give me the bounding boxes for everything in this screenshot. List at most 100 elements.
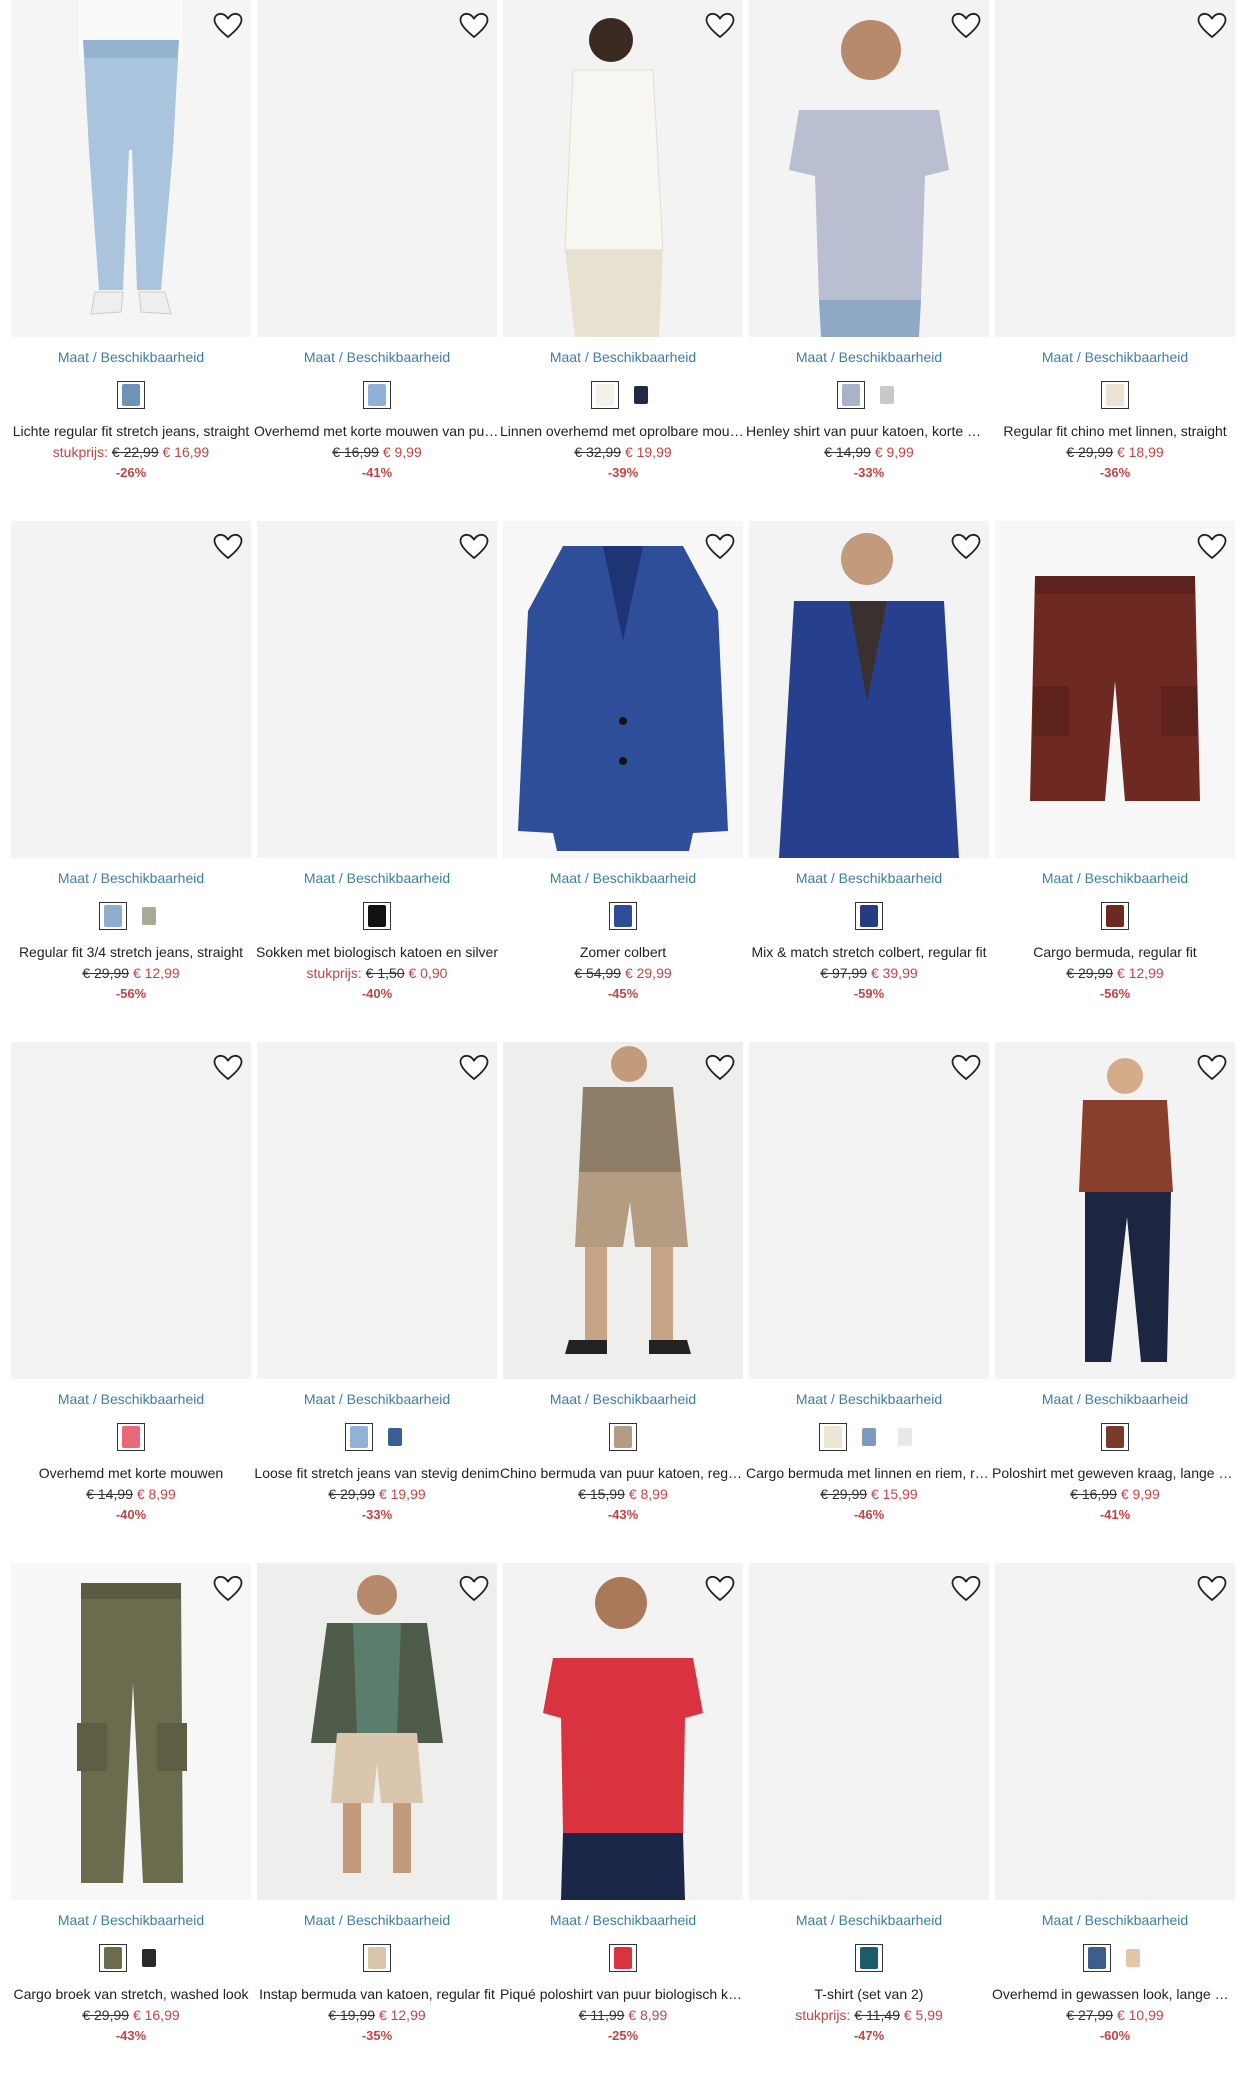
size-availability-link[interactable]: Maat / Beschikbaarheid — [8, 349, 254, 365]
heart-icon[interactable] — [950, 10, 982, 42]
color-swatch[interactable] — [591, 381, 619, 409]
heart-icon[interactable] — [458, 10, 490, 42]
product-card[interactable]: Maat / Beschikbaarheid Lichte regular fi… — [8, 0, 254, 521]
product-card[interactable]: Maat / Beschikbaarheid Zomer colbert € 5… — [500, 521, 746, 1042]
color-swatch[interactable] — [627, 381, 655, 409]
product-name[interactable]: Zomer colbert — [500, 944, 746, 960]
product-image[interactable] — [749, 1563, 989, 1900]
color-swatch[interactable] — [855, 1423, 883, 1451]
product-image[interactable] — [257, 0, 497, 337]
heart-icon[interactable] — [950, 1052, 982, 1084]
color-swatch[interactable] — [99, 902, 127, 930]
color-swatch[interactable] — [873, 381, 901, 409]
color-swatch[interactable] — [381, 1423, 409, 1451]
product-image[interactable] — [995, 521, 1235, 858]
size-availability-link[interactable]: Maat / Beschikbaarheid — [500, 1391, 746, 1407]
product-name[interactable]: Henley shirt van puur katoen, korte mouw — [746, 423, 992, 439]
color-swatch[interactable] — [135, 1944, 163, 1972]
size-availability-link[interactable]: Maat / Beschikbaarheid — [254, 1391, 500, 1407]
product-image[interactable] — [257, 521, 497, 858]
product-card[interactable]: Maat / Beschikbaarheid Chino bermuda van… — [500, 1042, 746, 1563]
product-name[interactable]: Piqué poloshirt van puur biologisch kato… — [500, 1986, 746, 2002]
product-image[interactable] — [749, 1042, 989, 1379]
color-swatch[interactable] — [117, 1423, 145, 1451]
color-swatch[interactable] — [855, 902, 883, 930]
size-availability-link[interactable]: Maat / Beschikbaarheid — [746, 1391, 992, 1407]
product-image[interactable] — [11, 1042, 251, 1379]
product-image[interactable] — [503, 0, 743, 337]
product-name[interactable]: Regular fit 3/4 stretch jeans, straight — [8, 944, 254, 960]
product-name[interactable]: Cargo bermuda, regular fit — [992, 944, 1238, 960]
product-image[interactable] — [503, 1563, 743, 1900]
heart-icon[interactable] — [212, 10, 244, 42]
product-card[interactable]: Maat / Beschikbaarheid Linnen overhemd m… — [500, 0, 746, 521]
product-name[interactable]: Sokken met biologisch katoen en silver — [254, 944, 500, 960]
product-name[interactable]: Regular fit chino met linnen, straight — [992, 423, 1238, 439]
color-swatch[interactable] — [363, 1944, 391, 1972]
heart-icon[interactable] — [704, 1573, 736, 1605]
product-card[interactable]: Maat / Beschikbaarheid Instap bermuda va… — [254, 1563, 500, 2084]
color-swatch[interactable] — [1119, 1944, 1147, 1972]
heart-icon[interactable] — [1196, 10, 1228, 42]
product-name[interactable]: Poloshirt met geweven kraag, lange mouw — [992, 1465, 1238, 1481]
size-availability-link[interactable]: Maat / Beschikbaarheid — [746, 870, 992, 886]
heart-icon[interactable] — [704, 531, 736, 563]
color-swatch[interactable] — [609, 1423, 637, 1451]
product-card[interactable]: Maat / Beschikbaarheid Piqué poloshirt v… — [500, 1563, 746, 2084]
size-availability-link[interactable]: Maat / Beschikbaarheid — [500, 1912, 746, 1928]
heart-icon[interactable] — [950, 1573, 982, 1605]
product-card[interactable]: Maat / Beschikbaarheid Overhemd met kort… — [8, 1042, 254, 1563]
size-availability-link[interactable]: Maat / Beschikbaarheid — [8, 1912, 254, 1928]
product-card[interactable]: Maat / Beschikbaarheid T-shirt (set van … — [746, 1563, 992, 2084]
heart-icon[interactable] — [458, 1052, 490, 1084]
product-image[interactable] — [503, 521, 743, 858]
size-availability-link[interactable]: Maat / Beschikbaarheid — [254, 1912, 500, 1928]
product-image[interactable] — [995, 1042, 1235, 1379]
product-image[interactable] — [257, 1042, 497, 1379]
color-swatch[interactable] — [345, 1423, 373, 1451]
product-card[interactable]: Maat / Beschikbaarheid Regular fit 3/4 s… — [8, 521, 254, 1042]
product-name[interactable]: T-shirt (set van 2) — [746, 1986, 992, 2002]
color-swatch[interactable] — [363, 902, 391, 930]
product-card[interactable]: Maat / Beschikbaarheid Cargo bermuda met… — [746, 1042, 992, 1563]
product-card[interactable]: Maat / Beschikbaarheid Cargo broek van s… — [8, 1563, 254, 2084]
product-card[interactable]: Maat / Beschikbaarheid Sokken met biolog… — [254, 521, 500, 1042]
product-name[interactable]: Overhemd in gewassen look, lange mouw — [992, 1986, 1238, 2002]
product-image[interactable] — [11, 1563, 251, 1900]
product-name[interactable]: Cargo broek van stretch, washed look — [8, 1986, 254, 2002]
size-availability-link[interactable]: Maat / Beschikbaarheid — [254, 870, 500, 886]
product-name[interactable]: Linnen overhemd met oprolbare mouwen — [500, 423, 746, 439]
size-availability-link[interactable]: Maat / Beschikbaarheid — [746, 349, 992, 365]
product-image[interactable] — [11, 521, 251, 858]
color-swatch[interactable] — [117, 381, 145, 409]
color-swatch[interactable] — [135, 902, 163, 930]
color-swatch[interactable] — [1101, 902, 1129, 930]
product-card[interactable]: Maat / Beschikbaarheid Poloshirt met gew… — [992, 1042, 1238, 1563]
color-swatch[interactable] — [1101, 1423, 1129, 1451]
heart-icon[interactable] — [458, 1573, 490, 1605]
product-image[interactable] — [995, 1563, 1235, 1900]
color-swatch[interactable] — [1083, 1944, 1111, 1972]
color-swatch[interactable] — [819, 1423, 847, 1451]
heart-icon[interactable] — [704, 1052, 736, 1084]
size-availability-link[interactable]: Maat / Beschikbaarheid — [8, 870, 254, 886]
product-card[interactable]: Maat / Beschikbaarheid Loose fit stretch… — [254, 1042, 500, 1563]
size-availability-link[interactable]: Maat / Beschikbaarheid — [500, 870, 746, 886]
size-availability-link[interactable]: Maat / Beschikbaarheid — [992, 870, 1238, 886]
product-image[interactable] — [995, 0, 1235, 337]
size-availability-link[interactable]: Maat / Beschikbaarheid — [992, 1391, 1238, 1407]
color-swatch[interactable] — [837, 381, 865, 409]
product-name[interactable]: Mix & match stretch colbert, regular fit — [746, 944, 992, 960]
color-swatch[interactable] — [891, 1423, 919, 1451]
product-name[interactable]: Cargo bermuda met linnen en riem, regula… — [746, 1465, 992, 1481]
heart-icon[interactable] — [1196, 531, 1228, 563]
heart-icon[interactable] — [212, 1052, 244, 1084]
product-image[interactable] — [749, 0, 989, 337]
color-swatch[interactable] — [363, 381, 391, 409]
heart-icon[interactable] — [458, 531, 490, 563]
product-card[interactable]: Maat / Beschikbaarheid Overhemd met kort… — [254, 0, 500, 521]
product-name[interactable]: Overhemd met korte mouwen — [8, 1465, 254, 1481]
size-availability-link[interactable]: Maat / Beschikbaarheid — [992, 1912, 1238, 1928]
heart-icon[interactable] — [950, 531, 982, 563]
color-swatch[interactable] — [609, 902, 637, 930]
